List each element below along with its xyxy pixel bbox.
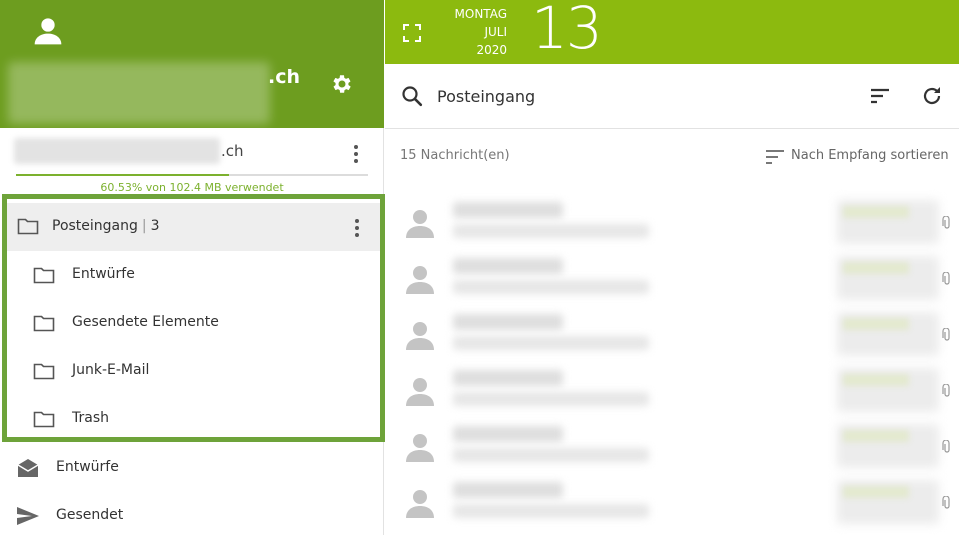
- sender-avatar-icon: [406, 322, 434, 350]
- message-count: 15 Nachricht(en): [400, 148, 510, 163]
- account-row: .ch 60.53% von 102.4 MB verwendet: [0, 128, 384, 194]
- user-avatar-icon[interactable]: [32, 14, 64, 48]
- attachment-icon: [942, 440, 950, 453]
- unread-count-badge: 3: [150, 218, 160, 234]
- subject-redacted: [453, 448, 649, 462]
- folder-tree-highlight: Posteingang | 3 Entwürfe Gesendete Element…: [2, 194, 385, 442]
- sender-redacted: [453, 482, 563, 498]
- message-row[interactable]: [385, 474, 959, 530]
- folder-icon: [33, 315, 55, 332]
- sender-redacted: [453, 370, 563, 386]
- account-name-redacted: [8, 62, 270, 124]
- date-redacted: [843, 318, 909, 330]
- attachment-icon: [942, 216, 950, 229]
- date-year: 2020: [476, 43, 507, 57]
- quota-bar-fill: [16, 174, 230, 176]
- account-email-redacted: [14, 138, 220, 164]
- account-email-suffix: .ch: [221, 142, 244, 160]
- folder-icon: [17, 218, 39, 235]
- date-month: JULI: [484, 25, 507, 39]
- sort-icon[interactable]: [869, 86, 891, 106]
- quota-text: 60.53% von 102.4 MB verwendet: [100, 181, 284, 194]
- account-name-suffix: .ch: [268, 66, 301, 88]
- folder-item-junk-e-mail[interactable]: Junk-E-Mail: [7, 347, 380, 395]
- date-weekday: MONTAG: [454, 7, 507, 21]
- subject-redacted: [453, 392, 649, 406]
- folder-icon: [33, 267, 55, 284]
- envelope-open-icon: [17, 459, 39, 477]
- subject-redacted: [453, 224, 649, 238]
- date-redacted: [843, 206, 909, 218]
- folder-icon: [33, 411, 55, 428]
- search-bar: [385, 64, 959, 129]
- refresh-icon[interactable]: [921, 85, 943, 107]
- sender-avatar-icon: [406, 490, 434, 518]
- more-vert-icon[interactable]: [346, 142, 366, 166]
- folder-label: Trash: [72, 410, 109, 426]
- message-row[interactable]: [385, 306, 959, 362]
- fullscreen-icon[interactable]: [403, 24, 421, 42]
- attachment-icon: [942, 272, 950, 285]
- date-text: MONTAG JULI 2020: [437, 5, 507, 59]
- account-header: .ch: [0, 0, 384, 128]
- folder-item-gesendete-elemente[interactable]: Gesendete Elemente: [7, 299, 380, 347]
- folder-label: Entwürfe: [72, 266, 135, 282]
- subject-redacted: [453, 336, 649, 350]
- send-icon: [17, 507, 39, 525]
- folder-label: Junk-E-Mail: [72, 362, 150, 378]
- message-row[interactable]: [385, 194, 959, 250]
- nav-item-entwuerfe[interactable]: Entwürfe: [0, 444, 384, 492]
- sender-redacted: [453, 314, 563, 330]
- folder-item-entwuerfe[interactable]: Entwürfe: [7, 251, 380, 299]
- date-day: 13: [531, 0, 603, 62]
- search-icon[interactable]: [401, 85, 423, 107]
- more-vert-icon[interactable]: [347, 217, 367, 239]
- message-list-header: 15 Nachricht(en) Nach Empfang sortieren: [385, 129, 959, 183]
- folder-item-posteingang[interactable]: Posteingang | 3: [7, 203, 380, 251]
- message-row[interactable]: [385, 250, 959, 306]
- sender-avatar-icon: [406, 210, 434, 238]
- message-row[interactable]: [385, 418, 959, 474]
- sender-redacted: [453, 258, 563, 274]
- folder-item-trash[interactable]: Trash: [7, 395, 380, 443]
- date-redacted: [843, 374, 909, 386]
- sender-avatar-icon: [406, 378, 434, 406]
- sender-avatar-icon: [406, 434, 434, 462]
- folder-label: Gesendete Elemente: [72, 314, 219, 330]
- attachment-icon: [942, 496, 950, 509]
- sender-avatar-icon: [406, 266, 434, 294]
- nav-label: Entwürfe: [56, 459, 119, 475]
- sidebar: .ch .ch 60.53% von 102.4 MB verwendet Po…: [0, 0, 385, 535]
- search-input[interactable]: [437, 82, 797, 110]
- attachment-icon: [942, 384, 950, 397]
- folder-icon: [33, 363, 55, 380]
- attachment-icon: [942, 328, 950, 341]
- message-row[interactable]: [385, 362, 959, 418]
- nav-label: Gesendet: [56, 507, 124, 523]
- sort-icon: [766, 150, 784, 164]
- nav-item-gesendet[interactable]: Gesendet: [0, 492, 384, 535]
- subject-redacted: [453, 504, 649, 518]
- date-redacted: [843, 486, 909, 498]
- folder-label-inbox: Posteingang | 3: [52, 218, 160, 234]
- sender-redacted: [453, 202, 563, 218]
- date-redacted: [843, 262, 909, 274]
- subject-redacted: [453, 280, 649, 294]
- sort-label: Nach Empfang sortieren: [791, 148, 949, 163]
- date-header: MONTAG JULI 2020 13: [385, 0, 959, 64]
- quota-bar: [16, 174, 368, 176]
- date-redacted: [843, 430, 909, 442]
- sender-redacted: [453, 426, 563, 442]
- gear-icon[interactable]: [330, 72, 354, 96]
